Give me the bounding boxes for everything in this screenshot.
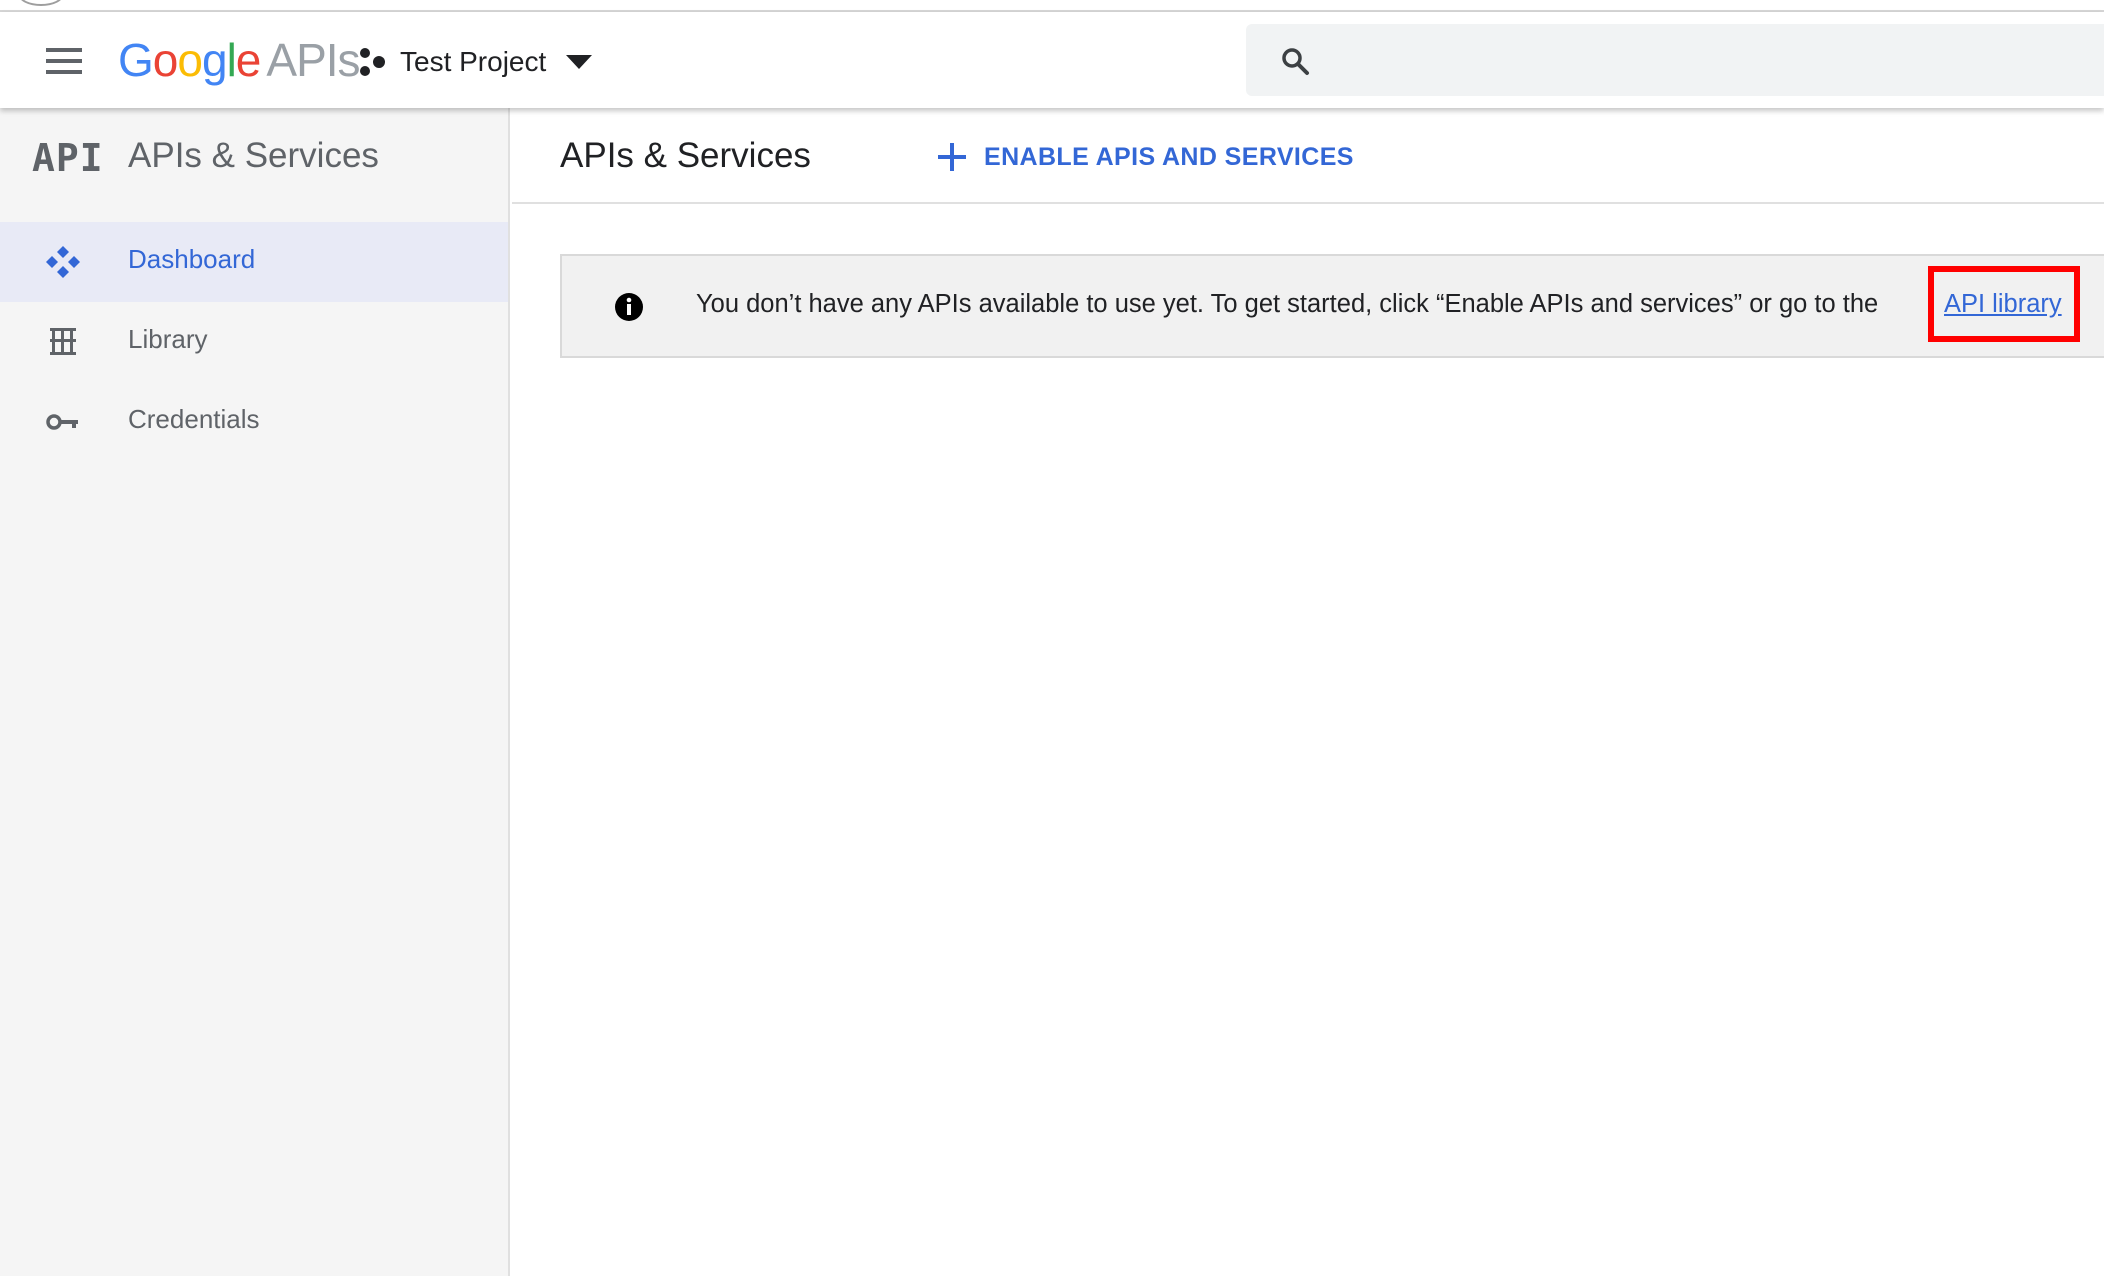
google-apis-logo[interactable]: Google APIs bbox=[118, 30, 361, 90]
sidebar-item-credentials[interactable]: Credentials bbox=[0, 382, 508, 462]
api-logo: API bbox=[32, 136, 104, 180]
browser-control-fragment bbox=[18, 0, 64, 6]
main-content: APIs & Services ENABLE APIS AND SERVICES… bbox=[512, 108, 2104, 1276]
sidebar-title: APIs & Services bbox=[128, 136, 379, 175]
sidebar-header: API APIs & Services bbox=[0, 108, 508, 204]
sidebar-item-label: Credentials bbox=[128, 404, 260, 434]
project-selector[interactable]: Test Project bbox=[356, 42, 593, 82]
banner-message: You don’t have any APIs available to use… bbox=[696, 290, 1879, 318]
top-app-bar: Google APIs Test Project bbox=[0, 12, 2104, 108]
browser-top-strip bbox=[0, 0, 2104, 12]
key-icon bbox=[46, 414, 78, 430]
sidebar-item-library[interactable]: Library bbox=[0, 302, 508, 382]
sidebar-nav: Dashboard Library Credentials bbox=[0, 222, 508, 462]
sidebar: API APIs & Services Dashboard Library Cr… bbox=[0, 108, 510, 1276]
menu-button[interactable] bbox=[44, 46, 84, 76]
sidebar-item-label: Dashboard bbox=[128, 244, 256, 274]
info-banner: You don’t have any APIs available to use… bbox=[560, 254, 2104, 358]
search-icon[interactable] bbox=[1280, 46, 1310, 76]
enable-apis-button[interactable]: ENABLE APIS AND SERVICES bbox=[936, 132, 1354, 182]
library-icon bbox=[50, 328, 76, 355]
search-bar[interactable] bbox=[1246, 24, 2104, 96]
dashboard-icon bbox=[46, 246, 80, 278]
main-header: APIs & Services ENABLE APIS AND SERVICES bbox=[512, 108, 2104, 204]
sidebar-item-label: Library bbox=[128, 324, 208, 354]
project-name: Test Project bbox=[400, 46, 547, 77]
plus-icon bbox=[938, 143, 966, 171]
enable-apis-label: ENABLE APIS AND SERVICES bbox=[984, 142, 1354, 171]
sidebar-item-dashboard[interactable]: Dashboard bbox=[0, 222, 508, 302]
menu-icon bbox=[46, 48, 82, 52]
api-library-link[interactable]: API library bbox=[1944, 290, 2062, 319]
project-icon bbox=[360, 48, 385, 76]
page-title: APIs & Services bbox=[560, 136, 811, 175]
info-icon bbox=[615, 293, 643, 321]
chevron-down-icon bbox=[566, 55, 593, 69]
